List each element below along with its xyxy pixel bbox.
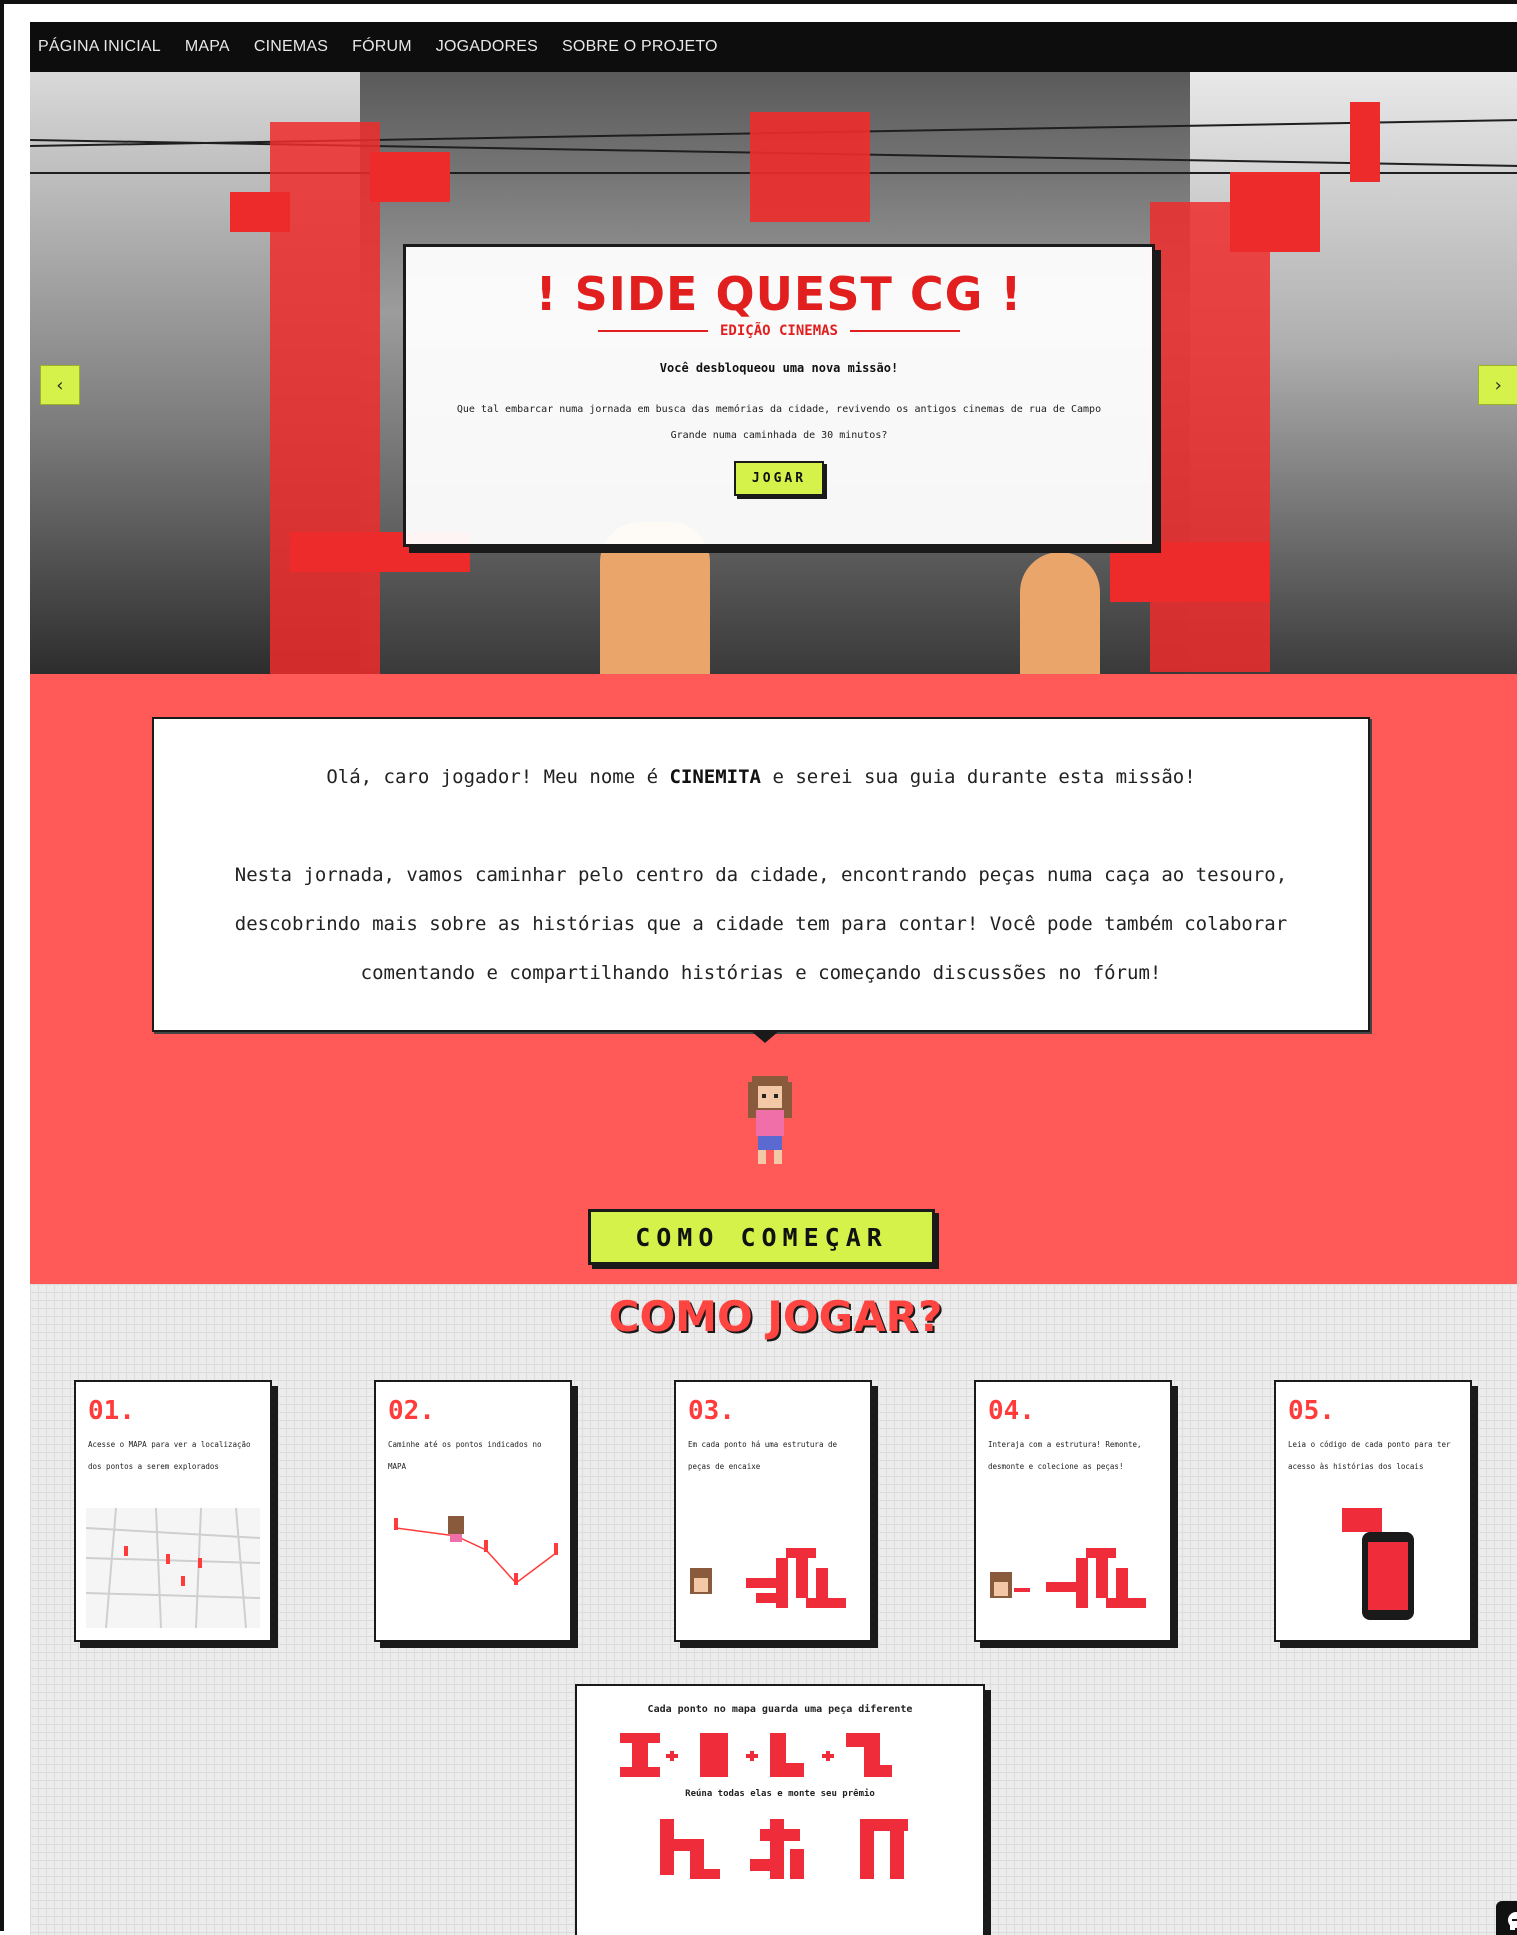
nav-players[interactable]: JOGADORES (436, 38, 538, 56)
top-nav: PÁGINA INICIAL MAPA CINEMAS FÓRUM JOGADO… (30, 22, 1517, 72)
divider (850, 330, 960, 332)
step-text: Leia o código de cada ponto para ter ace… (1288, 1440, 1451, 1471)
step-card: 05. Leia o código de cada ponto para ter… (1274, 1380, 1472, 1642)
intro-line-3: descobrindo mais sobre as histórias que … (234, 913, 1288, 935)
guide-name: CINEMITA (669, 766, 761, 788)
divider (597, 330, 708, 332)
hero-carousel: ‹ › ! SIDE QUEST CG ! EDIÇÃO CINEMAS Voc… (30, 72, 1517, 674)
hero-red-blocks (750, 112, 870, 222)
hero-photo-person (1020, 552, 1100, 674)
intro-line-2: Nesta jornada, vamos caminhar pelo centr… (234, 864, 1288, 886)
step-card: 02. Caminhe até os pontos indicados no M… (374, 1380, 572, 1642)
chat-button[interactable] (1496, 1901, 1517, 1935)
pieces-collection-card: Cada ponto no mapa guarda uma peça difer… (575, 1684, 985, 1935)
step-number: 05. (1288, 1396, 1335, 1426)
step-number: 01. (88, 1396, 135, 1426)
interact-structure-icon (990, 1548, 1146, 1608)
carousel-prev-button[interactable]: ‹ (40, 365, 80, 405)
how-to-start-button[interactable]: COMO COMEÇAR (588, 1209, 935, 1265)
nav-about[interactable]: SOBRE O PROJETO (562, 38, 718, 56)
intro-greeting-post: e serei sua guia durante esta missão! (761, 766, 1196, 788)
pieces-row-icon (620, 1733, 892, 1777)
play-button[interactable]: JOGAR (733, 461, 825, 496)
chat-bubble-icon (1508, 1912, 1517, 1930)
quest-subtitle-row: EDIÇÃO CINEMAS (406, 323, 1152, 339)
nav-forum[interactable]: FÓRUM (352, 38, 412, 56)
step-card: 01. Acesse o MAPA para ver a localização… (74, 1380, 272, 1642)
step-text: Em cada ponto há uma estrutura de peças … (688, 1440, 838, 1471)
guide-character-icon (748, 1076, 792, 1164)
step-text: Caminhe até os pontos indicados no MAPA (388, 1440, 542, 1471)
carousel-next-button[interactable]: › (1478, 365, 1517, 405)
map-illustration-icon (86, 1508, 260, 1628)
intro-section: Olá, caro jogador! Meu nome é CINEMITA e… (30, 674, 1517, 1284)
phone-scan-icon (1342, 1508, 1414, 1620)
quest-unlock-text: Você desbloqueou uma nova missão! (659, 361, 899, 375)
route-illustration-icon (394, 1516, 558, 1585)
quest-subtitle: EDIÇÃO CINEMAS (719, 323, 838, 339)
chevron-right-icon: › (1492, 374, 1504, 396)
hero-red-blocks (1230, 172, 1320, 252)
step-text: Interaja com a estrutura! Remonte, desmo… (988, 1440, 1142, 1471)
step-text: Acesse o MAPA para ver a localização dos… (88, 1440, 251, 1471)
intro-greeting-pre: Olá, caro jogador! Meu nome é (326, 766, 670, 788)
hero-red-blocks (1110, 542, 1270, 602)
intro-greeting: Olá, caro jogador! Meu nome é CINEMITA e… (154, 753, 1368, 802)
guide-speech-bubble: Olá, caro jogador! Meu nome é CINEMITA e… (152, 717, 1370, 1032)
puzzle-structure-icon (690, 1548, 846, 1608)
intro-line-4: comentando e compartilhando histórias e … (360, 962, 1162, 984)
pieces-subheading: Reúna todas elas e monte seu prêmio (685, 1789, 875, 1799)
step-card: 03. Em cada ponto há uma estrutura de pe… (674, 1380, 872, 1642)
quest-card: ! SIDE QUEST CG ! EDIÇÃO CINEMAS Você de… (403, 244, 1155, 547)
chevron-left-icon: ‹ (54, 374, 66, 396)
step-number: 04. (988, 1396, 1035, 1426)
how-to-play-section: COMO JOGAR? 01. Acesse o MAPA para ver a… (30, 1284, 1517, 1935)
page: PÁGINA INICIAL MAPA CINEMAS FÓRUM JOGADO… (30, 22, 1517, 1935)
quest-description: Que tal embarcar numa jornada em busca d… (456, 404, 1102, 441)
hero-red-blocks (370, 152, 450, 202)
pieces-heading: Cada ponto no mapa guarda uma peça difer… (647, 1704, 913, 1715)
quest-title: ! SIDE QUEST CG ! (535, 267, 1023, 321)
prize-structures-icon (660, 1819, 908, 1879)
nav-map[interactable]: MAPA (185, 38, 230, 56)
nav-cinemas[interactable]: CINEMAS (254, 38, 328, 56)
hero-red-blocks (1350, 102, 1380, 182)
hero-red-blocks (230, 192, 290, 232)
step-card: 04. Interaja com a estrutura! Remonte, d… (974, 1380, 1172, 1642)
speech-bubble-tail (751, 1031, 779, 1043)
nav-home[interactable]: PÁGINA INICIAL (38, 38, 161, 56)
step-number: 02. (388, 1396, 435, 1426)
step-number: 03. (688, 1396, 735, 1426)
how-to-play-title: COMO JOGAR? (608, 1292, 943, 1341)
page-frame: PÁGINA INICIAL MAPA CINEMAS FÓRUM JOGADO… (0, 0, 1517, 1935)
